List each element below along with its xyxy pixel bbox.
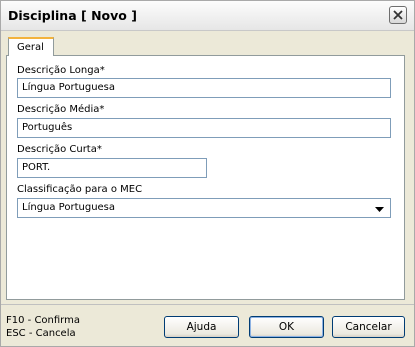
descricao-media-input[interactable]: Português xyxy=(17,118,391,138)
descricao-media-value: Português xyxy=(22,122,73,133)
descricao-media-label: Descrição Média* xyxy=(17,104,105,115)
descricao-curta-value: PORT. xyxy=(22,162,51,173)
close-icon xyxy=(393,10,403,20)
ok-button[interactable]: OK xyxy=(249,316,324,338)
descricao-curta-input[interactable]: PORT. xyxy=(17,158,207,178)
dialog-window: Disciplina [ Novo ] Geral Descrição Long… xyxy=(0,0,415,347)
descricao-longa-value: Língua Portuguesa xyxy=(22,82,116,93)
descricao-longa-label: Descrição Longa* xyxy=(17,65,105,76)
help-button[interactable]: Ajuda xyxy=(164,316,239,338)
tab-geral-label: Geral xyxy=(17,42,44,53)
footer-divider xyxy=(1,304,414,305)
close-button[interactable] xyxy=(389,6,407,24)
cancel-button[interactable]: Cancelar xyxy=(332,316,405,338)
classificacao-mec-label: Classificação para o MEC xyxy=(17,184,143,195)
classificacao-mec-select[interactable]: Língua Portuguesa xyxy=(17,198,391,218)
classificacao-mec-value: Língua Portuguesa xyxy=(22,202,116,213)
window-title: Disciplina [ Novo ] xyxy=(8,8,137,23)
tab-geral[interactable]: Geral xyxy=(8,37,54,56)
chevron-down-icon xyxy=(375,207,384,212)
descricao-longa-input[interactable]: Língua Portuguesa xyxy=(17,78,391,98)
title-bar: Disciplina [ Novo ] xyxy=(1,1,414,31)
descricao-curta-label: Descrição Curta* xyxy=(17,144,102,155)
shortcut-cancel: ESC - Cancela xyxy=(6,328,76,339)
shortcut-confirm: F10 - Confirma xyxy=(6,315,80,326)
